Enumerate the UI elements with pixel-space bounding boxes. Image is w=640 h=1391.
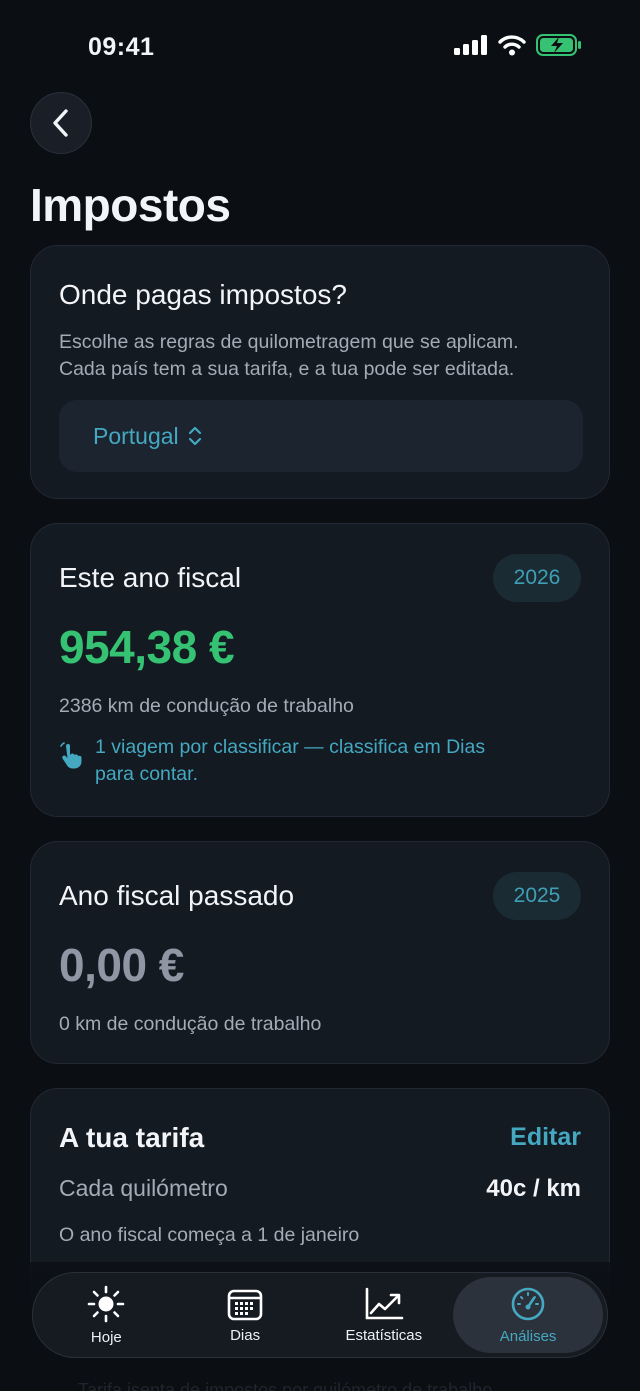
- sun-icon: [88, 1285, 125, 1322]
- notice-line2: para contar.: [95, 763, 198, 785]
- previous-year-distance: 0 km de condução de trabalho: [59, 1013, 322, 1035]
- chart-icon: [365, 1287, 404, 1319]
- battery-charging-icon: [536, 34, 581, 56]
- notice-line1: 1 viagem por classificar — classifica em…: [95, 736, 486, 758]
- tab-estatisticas[interactable]: Estatísticas: [314, 1277, 453, 1353]
- tab-bar: Hoje Dias Estatísticas Análises: [32, 1272, 608, 1358]
- tab-analises[interactable]: Análises: [453, 1277, 603, 1353]
- tab-estatisticas-label: Estatísticas: [345, 1326, 423, 1344]
- gauge-icon: [511, 1287, 545, 1320]
- tax-location-card: Onde pagas impostos? Escolhe as regras d…: [30, 245, 610, 499]
- unclassified-trip-notice[interactable]: 1 viagem por classificar — classifica em…: [59, 734, 579, 788]
- current-year-badge: 2026: [493, 554, 581, 602]
- tab-hoje-label: Hoje: [90, 1328, 122, 1346]
- per-km-value: 40c / km: [486, 1175, 581, 1202]
- status-time: 09:41: [88, 33, 155, 61]
- country-picker[interactable]: Portugal: [59, 400, 583, 472]
- status-icons: [454, 34, 582, 56]
- fiscal-year-start: O ano fiscal começa a 1 de janeiro: [59, 1224, 360, 1246]
- current-year-amount: 954,38 €: [59, 621, 235, 673]
- calendar-icon: [227, 1289, 263, 1320]
- footer-partial-text: Tarifa isenta de impostos por quilómetro…: [78, 1380, 493, 1391]
- previous-year-title: Ano fiscal passado: [59, 880, 295, 911]
- tab-dias[interactable]: Dias: [176, 1277, 315, 1353]
- tab-dias-label: Dias: [230, 1326, 261, 1344]
- country-picker-value: Portugal: [93, 422, 179, 449]
- tab-hoje[interactable]: Hoje: [37, 1277, 176, 1353]
- rate-title: A tua tarifa: [59, 1122, 205, 1153]
- per-km-label: Cada quilómetro: [59, 1175, 228, 1201]
- page-title: Impostos: [30, 179, 231, 231]
- signal-icon: [454, 35, 487, 55]
- back-button[interactable]: [30, 92, 92, 154]
- previous-year-amount: 0,00 €: [59, 939, 184, 991]
- chevron-left-icon: [53, 109, 68, 137]
- previous-fiscal-year-card: Ano fiscal passado 2025 0,00 € 0 km de c…: [30, 841, 610, 1064]
- wifi-icon: [498, 35, 526, 56]
- tax-location-description-line2: Cada país tem a sua tarifa, e a tua pode…: [59, 358, 515, 380]
- status-bar: 09:41: [0, 0, 640, 92]
- tax-location-title: Onde pagas impostos?: [59, 279, 347, 310]
- previous-year-badge: 2025: [493, 872, 581, 920]
- tax-location-description-line1: Escolhe as regras de quilometragem que s…: [59, 331, 519, 353]
- edit-rate-link[interactable]: Editar: [510, 1123, 581, 1152]
- up-down-chevron-icon: [188, 426, 201, 446]
- tab-analises-label: Análises: [499, 1327, 557, 1345]
- current-year-distance: 2386 km de condução de trabalho: [59, 695, 354, 717]
- tap-hand-icon: [60, 742, 82, 769]
- current-fiscal-year-card: Este ano fiscal 2026 954,38 € 2386 km de…: [30, 523, 610, 817]
- current-year-title: Este ano fiscal: [59, 562, 242, 593]
